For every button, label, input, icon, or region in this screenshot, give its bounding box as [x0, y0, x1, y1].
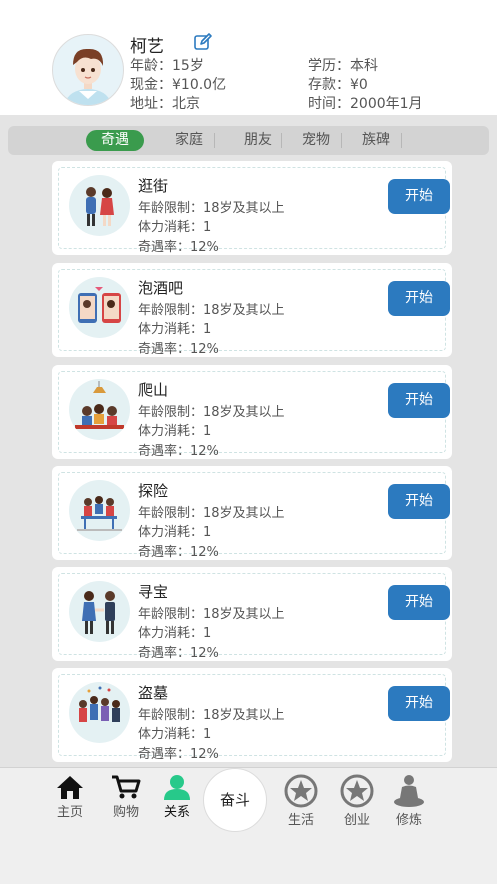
card-title: 盗墓 — [138, 684, 169, 702]
person-icon — [164, 775, 190, 800]
shopping-cart-icon — [112, 775, 141, 799]
card-age-limit: 年龄限制：18岁及其以上 — [138, 201, 285, 216]
profile-education: 学历：本科 — [308, 58, 378, 74]
card-stamina: 体力消耗：1 — [138, 322, 212, 337]
center-button[interactable]: 奋斗 — [203, 768, 267, 832]
nav-label: 创业 — [343, 813, 370, 828]
avatar-icon — [66, 48, 110, 105]
card-rate: 奇遇率：12% — [138, 342, 219, 357]
card-title: 逛街 — [138, 177, 169, 195]
nav-relations[interactable]: 关系 — [152, 774, 202, 826]
tab-divider — [281, 133, 282, 148]
card-age-limit: 年龄限制：18岁及其以上 — [138, 708, 285, 723]
phone-chat-icon — [69, 277, 130, 338]
profile-address: 地址：北京 — [130, 96, 200, 112]
encounter-card: 逛街 年龄限制：18岁及其以上 体力消耗：1 奇遇率：12% 开始 — [52, 161, 452, 255]
tab-divider — [341, 133, 342, 148]
nav-shop[interactable]: 购物 — [101, 774, 151, 826]
tab-bar: 奇遇 家庭 朋友 宠物 族碑 — [8, 126, 489, 155]
meeting-icon — [69, 480, 130, 541]
start-button[interactable]: 开始 — [388, 281, 450, 316]
encounter-card: 泡酒吧 年龄限制：18岁及其以上 体力消耗：1 奇遇率：12% 开始 — [52, 263, 452, 357]
profile-time: 时间：2000年1月 — [308, 96, 423, 112]
card-age-limit: 年龄限制：18岁及其以上 — [138, 607, 285, 622]
card-age-limit: 年龄限制：18岁及其以上 — [138, 303, 285, 318]
card-title: 爬山 — [138, 381, 169, 399]
card-frame: 探险 年龄限制：18岁及其以上 体力消耗：1 奇遇率：12% 开始 — [58, 472, 450, 560]
card-rate: 奇遇率：12% — [138, 444, 219, 459]
encounter-card: 寻宝 年龄限制：18岁及其以上 体力消耗：1 奇遇率：12% 开始 — [52, 567, 452, 661]
card-frame: 逛街 年龄限制：18岁及其以上 体力消耗：1 奇遇率：12% 开始 — [58, 167, 450, 255]
couple-icon — [69, 175, 130, 236]
star-badge-icon — [340, 774, 374, 808]
card-title: 探险 — [138, 482, 169, 500]
avatar[interactable] — [52, 34, 124, 106]
nav-label: 修炼 — [395, 813, 422, 828]
card-age-limit: 年龄限制：18岁及其以上 — [138, 506, 285, 521]
encounter-card: 爬山 年龄限制：18岁及其以上 体力消耗：1 奇遇率：12% 开始 — [52, 365, 452, 459]
tab-clan[interactable]: 族碑 — [347, 130, 405, 151]
profile-age: 年龄：15岁 — [130, 58, 204, 74]
bottom-nav: 主页 购物 关系 奋斗 生活 创业 修炼 — [0, 767, 497, 884]
start-button[interactable]: 开始 — [388, 484, 450, 519]
card-title: 寻宝 — [138, 583, 169, 601]
encounter-card: 盗墓 年龄限制：18岁及其以上 体力消耗：1 奇遇率：12% 开始 — [52, 668, 452, 762]
start-button[interactable]: 开始 — [388, 585, 450, 620]
nav-home[interactable]: 主页 — [45, 774, 95, 826]
tab-encounter[interactable]: 奇遇 — [86, 130, 144, 151]
nav-cultivate[interactable]: 修炼 — [384, 774, 434, 828]
nav-label: 主页 — [56, 805, 83, 820]
dinner-icon — [69, 379, 130, 440]
profile-deposit: 存款：¥0 — [308, 77, 368, 93]
card-frame: 盗墓 年龄限制：18岁及其以上 体力消耗：1 奇遇率：12% 开始 — [58, 674, 450, 762]
card-age-limit: 年龄限制：18岁及其以上 — [138, 405, 285, 420]
tab-friends[interactable]: 朋友 — [229, 130, 287, 151]
start-button[interactable]: 开始 — [388, 383, 450, 418]
card-stamina: 体力消耗：1 — [138, 626, 212, 641]
card-rate: 奇遇率：12% — [138, 747, 219, 762]
star-badge-icon — [284, 774, 318, 808]
tab-pets[interactable]: 宠物 — [287, 130, 345, 151]
card-stamina: 体力消耗：1 — [138, 525, 212, 540]
party-icon — [69, 682, 130, 743]
tab-divider — [214, 133, 215, 148]
handshake-icon — [69, 581, 130, 642]
encounter-card: 探险 年龄限制：18岁及其以上 体力消耗：1 奇遇率：12% 开始 — [52, 466, 452, 560]
nav-life[interactable]: 生活 — [276, 774, 326, 828]
card-title: 泡酒吧 — [138, 279, 184, 297]
card-rate: 奇遇率：12% — [138, 545, 219, 560]
tab-family[interactable]: 家庭 — [160, 130, 218, 151]
start-button[interactable]: 开始 — [388, 179, 450, 214]
edit-icon[interactable] — [193, 32, 213, 52]
nav-label: 关系 — [163, 805, 190, 820]
card-stamina: 体力消耗：1 — [138, 424, 212, 439]
profile-cash: 现金：¥10.0亿 — [130, 77, 227, 93]
card-frame: 爬山 年龄限制：18岁及其以上 体力消耗：1 奇遇率：12% 开始 — [58, 371, 450, 459]
tab-divider — [401, 133, 402, 148]
profile-name: 柯艺 — [130, 37, 164, 57]
start-button[interactable]: 开始 — [388, 686, 450, 721]
nav-label: 购物 — [112, 805, 139, 820]
card-frame: 泡酒吧 年龄限制：18岁及其以上 体力消耗：1 奇遇率：12% 开始 — [58, 269, 450, 357]
profile-header: 柯艺 年龄：15岁 现金：¥10.0亿 地址：北京 学历：本科 存款：¥0 时间… — [0, 0, 497, 115]
card-rate: 奇遇率：12% — [138, 646, 219, 661]
nav-label: 生活 — [287, 813, 314, 828]
meditation-icon — [394, 775, 424, 807]
card-frame: 寻宝 年龄限制：18岁及其以上 体力消耗：1 奇遇率：12% 开始 — [58, 573, 450, 661]
nav-business[interactable]: 创业 — [332, 774, 382, 828]
home-icon — [57, 776, 83, 799]
card-stamina: 体力消耗：1 — [138, 220, 212, 235]
card-rate: 奇遇率：12% — [138, 240, 219, 255]
card-stamina: 体力消耗：1 — [138, 727, 212, 742]
